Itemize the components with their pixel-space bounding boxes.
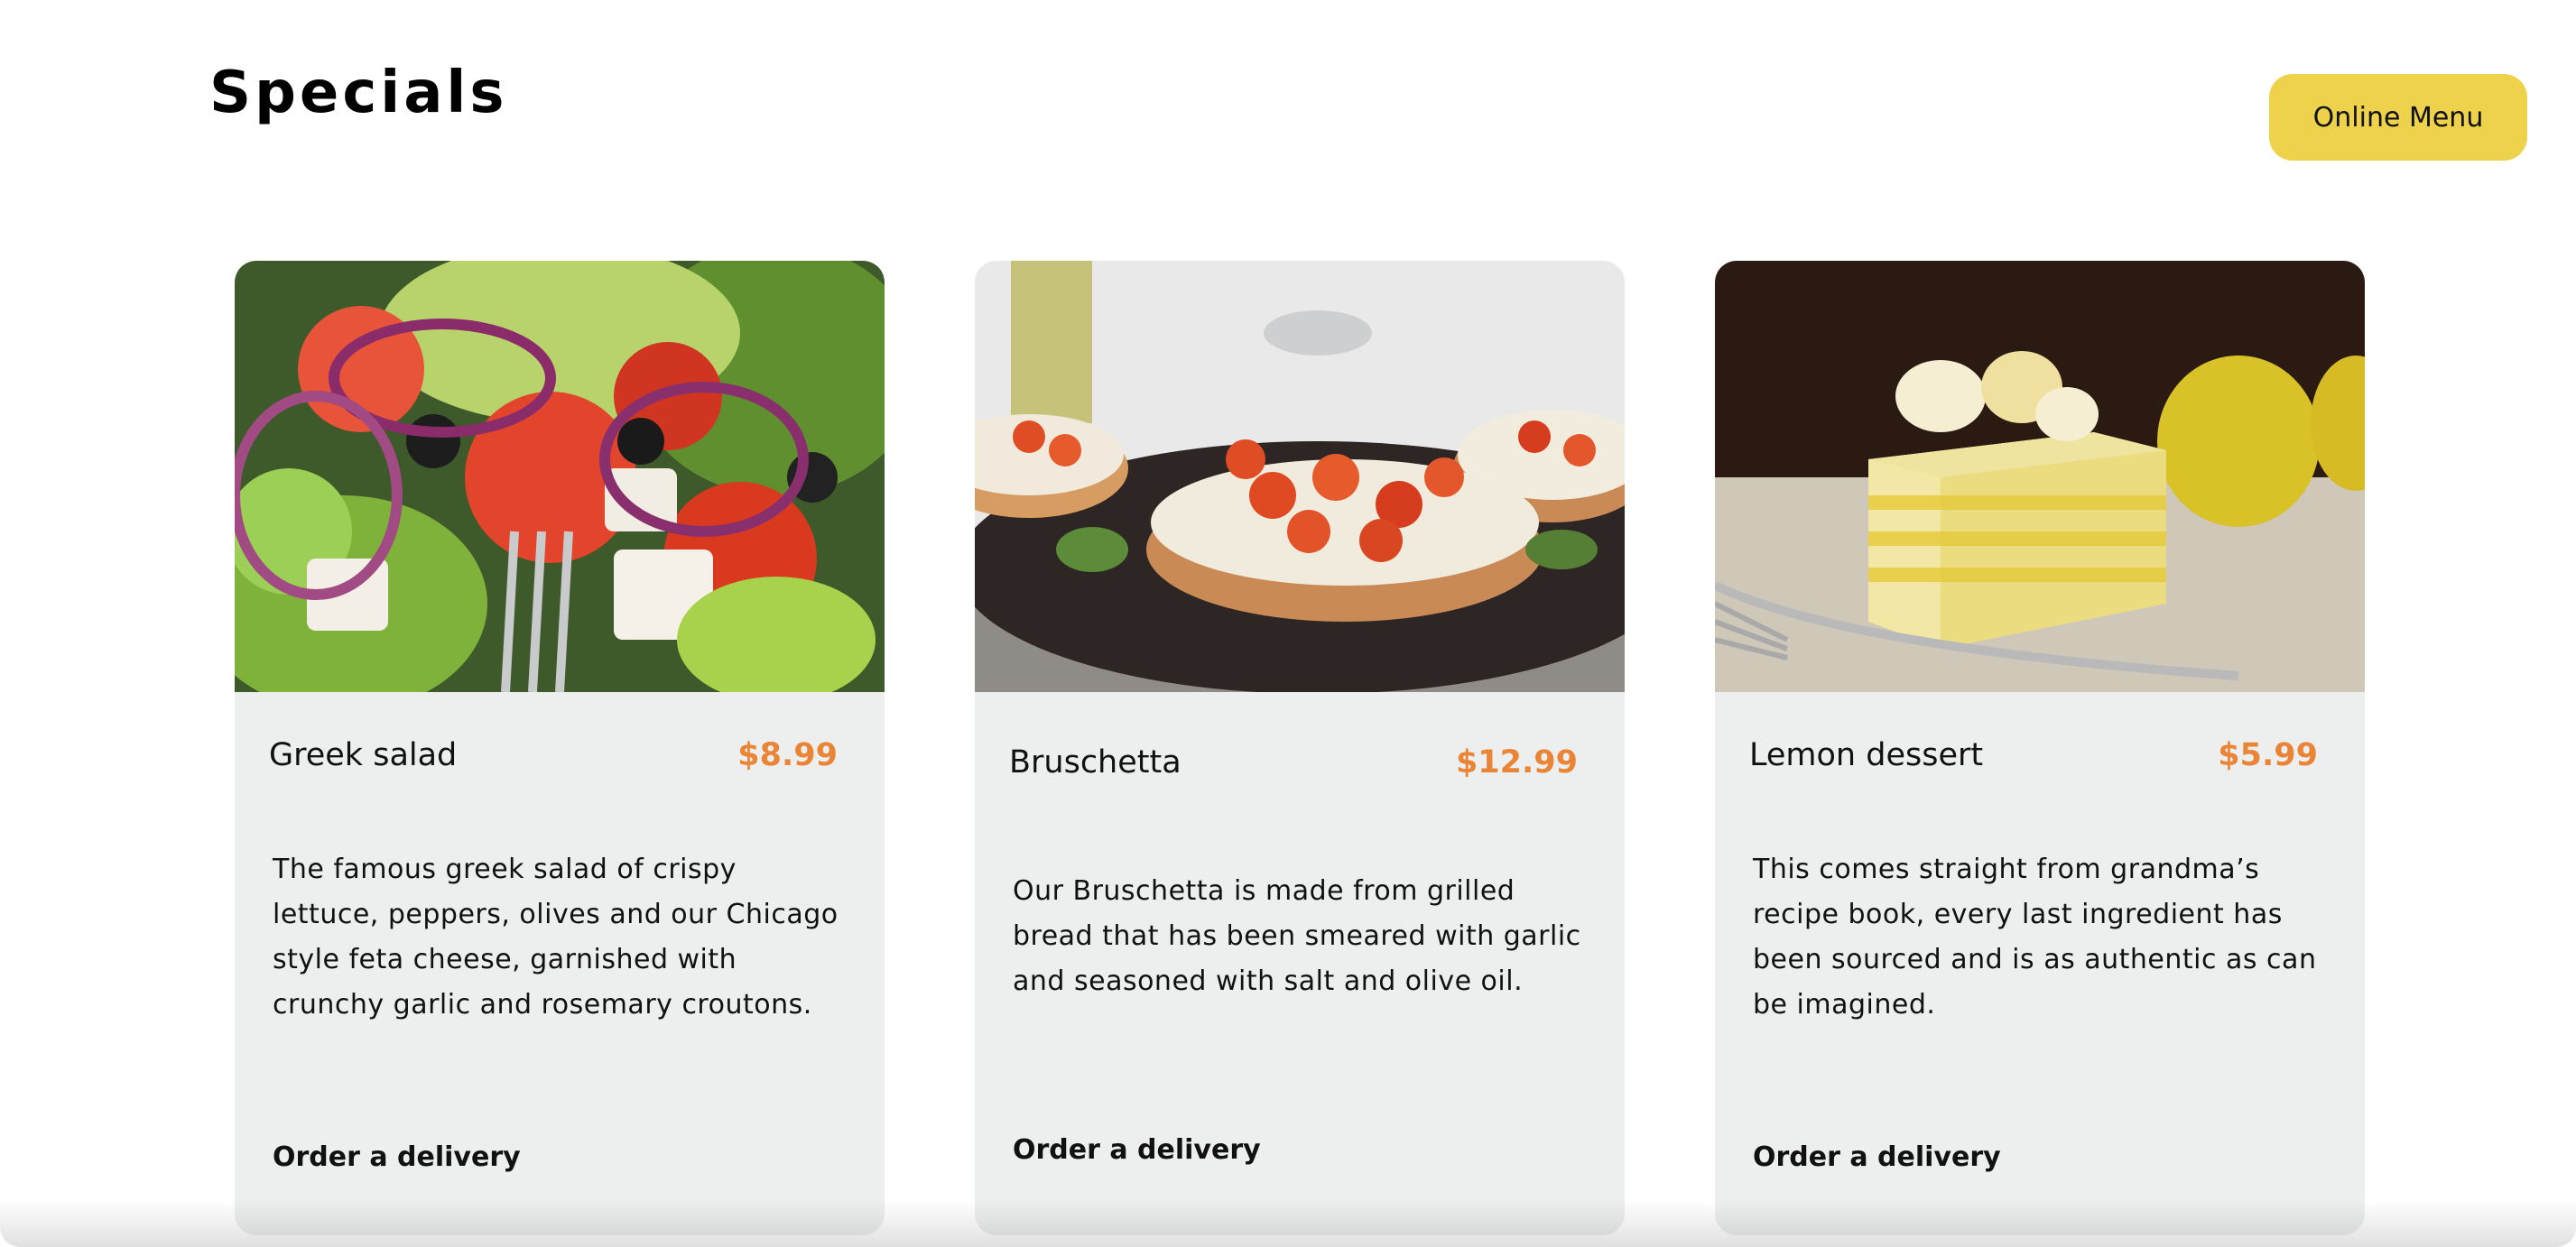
card-description: This comes straight from grandma’s recip… — [1753, 854, 2317, 1021]
card-description: Our Bruschetta is made from grilled brea… — [1013, 875, 1581, 997]
special-card-greek-salad: Greek salad $8.99 The famous greek salad… — [235, 261, 885, 1235]
bruschetta-image — [975, 261, 1625, 692]
special-card-lemon-dessert: Lemon dessert $5.99 This comes straight … — [1715, 261, 2365, 1235]
greek-salad-image — [235, 261, 885, 692]
order-delivery-link[interactable]: Order a delivery — [273, 1141, 521, 1173]
card-title: Lemon dessert — [1749, 737, 1984, 773]
card-title: Greek salad — [269, 737, 458, 773]
section-title: Specials — [209, 60, 508, 126]
card-title: Bruschetta — [1009, 744, 1181, 781]
online-menu-button[interactable]: Online Menu — [2269, 74, 2527, 161]
card-price: $5.99 — [2218, 737, 2318, 773]
card-price: $8.99 — [737, 737, 838, 773]
bottom-shadow — [0, 1200, 2576, 1247]
order-delivery-link[interactable]: Order a delivery — [1013, 1134, 1261, 1166]
lemon-dessert-image — [1715, 261, 2365, 692]
card-description: The famous greek salad of crispy lettuce… — [273, 854, 839, 1021]
specials-page: Specials Online Menu Greek salad $8.99 T… — [0, 0, 2576, 1247]
order-delivery-link[interactable]: Order a delivery — [1753, 1141, 2001, 1173]
special-card-bruschetta: Bruschetta $12.99 Our Bruschetta is made… — [975, 261, 1625, 1235]
card-price: $12.99 — [1455, 744, 1578, 781]
